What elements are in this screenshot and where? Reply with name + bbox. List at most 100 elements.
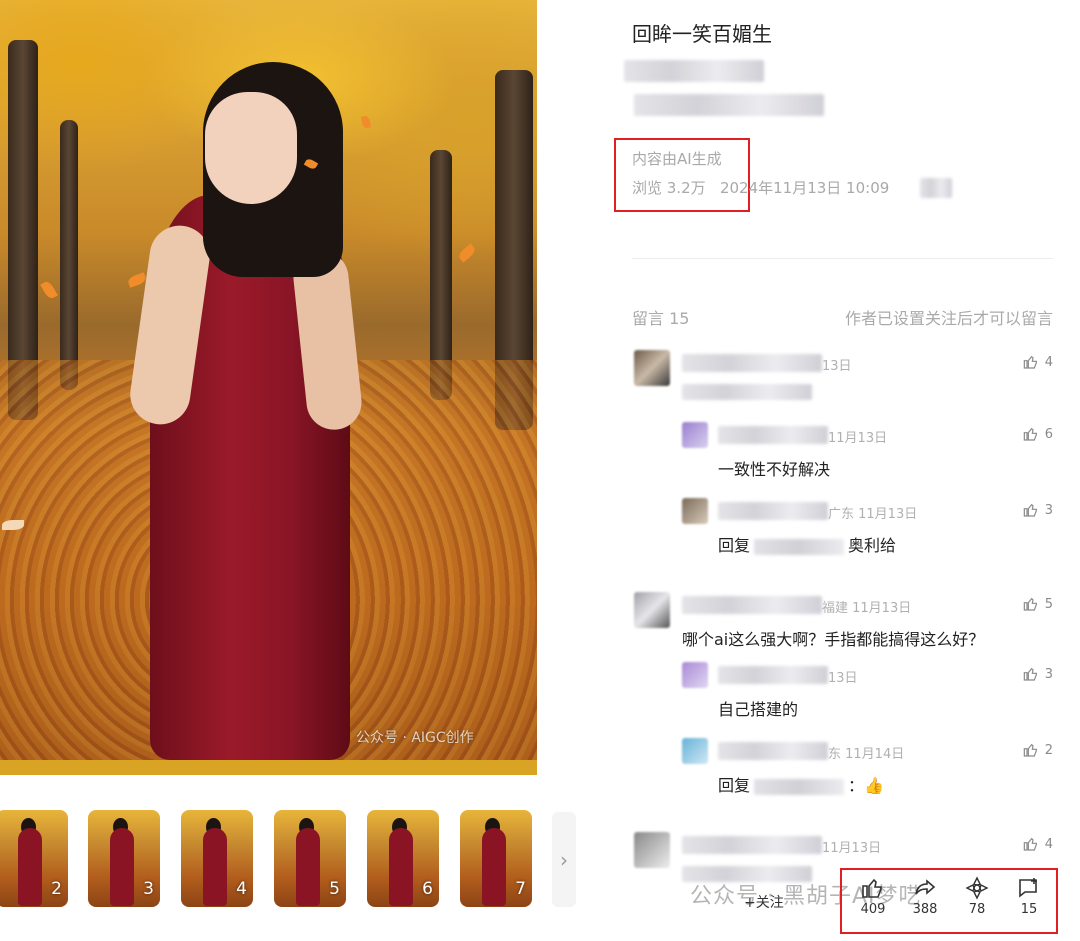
- blurred-comment-text: [682, 384, 812, 400]
- ai-generated-label: 内容由AI生成: [632, 150, 722, 168]
- comment-meta: 13日: [822, 359, 852, 374]
- recommend-count: 78: [968, 902, 986, 917]
- comment-like-count: 4: [1044, 354, 1053, 370]
- like-count: 409: [860, 902, 886, 917]
- comment-count: 15: [1020, 902, 1038, 917]
- thumbnail[interactable]: 7: [460, 810, 532, 907]
- avatar[interactable]: [682, 498, 708, 524]
- share-button[interactable]: 388: [900, 876, 950, 917]
- recommend-button[interactable]: 78: [952, 876, 1002, 917]
- main-photo[interactable]: 公众号 · AIGC创作: [0, 0, 537, 775]
- post-meta: 浏览 3.2万 2024年11月13日 10:09: [632, 177, 889, 198]
- comment-like-button[interactable]: 6: [1023, 426, 1053, 442]
- comment-icon: [1019, 878, 1037, 898]
- comment-button[interactable]: 15: [1004, 876, 1054, 917]
- comment-text: 回复 奥利给: [718, 532, 896, 556]
- share-arrow-icon: [915, 879, 936, 895]
- comments-count: 留言 15: [632, 309, 690, 328]
- comment-text: 自己搭建的: [718, 696, 798, 720]
- comment-text: 回复 ：👍: [718, 772, 884, 796]
- thumbnail-figure: [110, 828, 134, 906]
- tree-trunk: [60, 120, 78, 390]
- flower-icon: [965, 876, 989, 900]
- thumbnail-figure: [18, 828, 42, 906]
- post-panel: 回眸一笑百媚生 内容由AI生成 浏览 3.2万 2024年11月13日 10:0…: [600, 0, 1080, 941]
- comment-meta: 11月13日: [828, 431, 888, 446]
- blurred-account: [634, 94, 824, 116]
- thumbnail[interactable]: 5: [274, 810, 346, 907]
- blurred-username: [718, 502, 828, 520]
- avatar[interactable]: [634, 592, 670, 628]
- thumbs-up-icon: [1023, 503, 1037, 517]
- falling-leaf: [456, 243, 478, 263]
- blurred-author: [624, 60, 764, 82]
- face: [205, 92, 297, 204]
- divider: [632, 258, 1053, 259]
- thumbnail-number: 6: [422, 879, 433, 899]
- avatar[interactable]: [682, 422, 708, 448]
- thumbnail[interactable]: 3: [88, 810, 160, 907]
- thumbnail-figure: [389, 828, 413, 906]
- blurred-location: [920, 178, 952, 198]
- falling-leaf: [40, 279, 58, 301]
- blurred-username: [682, 596, 822, 614]
- post-title: 回眸一笑百媚生: [632, 22, 772, 46]
- comment-meta: 广东 11月13日: [828, 507, 918, 522]
- thumbs-up-icon: [1023, 743, 1037, 757]
- image-viewer: 公众号 · AIGC创作 2 3 4 5 6 7 ›: [0, 0, 576, 941]
- comment-like-count: 3: [1044, 666, 1053, 682]
- photo-bottom-band: [0, 760, 537, 775]
- comment-like-button[interactable]: 4: [1023, 354, 1053, 370]
- comment-like-count: 4: [1044, 836, 1053, 852]
- follow-button[interactable]: +关注: [744, 892, 784, 912]
- share-count: 388: [912, 902, 938, 917]
- photo-watermark: 公众号 · AIGC创作: [356, 730, 474, 746]
- comment-like-button[interactable]: 4: [1023, 836, 1053, 852]
- blurred-username: [718, 742, 828, 760]
- comment-meta: 11月13日: [822, 841, 882, 856]
- comment-like-button[interactable]: 3: [1023, 666, 1053, 682]
- comment-body-suffix: ：👍: [848, 776, 884, 795]
- action-bar: 409 388 78 15: [840, 868, 1058, 934]
- like-button[interactable]: 409: [848, 876, 898, 917]
- thumbnail-strip: 2 3 4 5 6 7: [0, 810, 537, 908]
- thumbnail[interactable]: 4: [181, 810, 253, 907]
- comment-body-suffix: 奥利给: [848, 536, 897, 555]
- comment-like-button[interactable]: 3: [1023, 502, 1053, 518]
- avatar[interactable]: [634, 350, 670, 386]
- comment-body: 一致性不好解决: [718, 460, 831, 479]
- thumbnail-figure: [482, 828, 506, 906]
- chevron-right-icon[interactable]: ›: [552, 812, 576, 907]
- falling-leaf: [126, 272, 148, 288]
- comment-meta: 13日: [828, 671, 858, 686]
- blurred-username: [682, 836, 822, 854]
- comment-like-count: 3: [1044, 502, 1053, 518]
- avatar[interactable]: [682, 662, 708, 688]
- comment-like-count: 6: [1044, 426, 1053, 442]
- thumbnail-number: 3: [143, 879, 154, 899]
- thumbs-up-icon: [1023, 427, 1037, 441]
- falling-leaf: [361, 115, 371, 129]
- thumbs-up-icon: [1023, 667, 1037, 681]
- comment-like-button[interactable]: 5: [1023, 596, 1053, 612]
- comment-meta: 福建 11月13日: [822, 601, 912, 616]
- comments-restriction-note: 作者已设置关注后才可以留言: [844, 309, 1053, 328]
- comment-meta: 东 11月14日: [828, 747, 905, 762]
- falling-leaf: [2, 520, 24, 530]
- thumbnail[interactable]: 2: [0, 810, 68, 907]
- thumbnail[interactable]: 6: [367, 810, 439, 907]
- blurred-mention: [754, 778, 845, 795]
- avatar[interactable]: [634, 832, 670, 868]
- comment-text: 一致性不好解决: [718, 456, 830, 480]
- comment-like-count: 2: [1044, 742, 1053, 758]
- thumbnail-number: 2: [51, 879, 62, 899]
- thumbs-up-icon: [1023, 355, 1037, 369]
- comment-body: 回复: [718, 536, 751, 555]
- avatar[interactable]: [682, 738, 708, 764]
- publish-time: 2024年11月13日 10:09: [719, 179, 890, 197]
- comment-like-button[interactable]: 2: [1023, 742, 1053, 758]
- blurred-username: [682, 354, 822, 372]
- thumbnail-figure: [203, 828, 227, 906]
- thumbs-up-icon: [1023, 597, 1037, 611]
- view-count: 浏览 3.2万: [632, 179, 706, 197]
